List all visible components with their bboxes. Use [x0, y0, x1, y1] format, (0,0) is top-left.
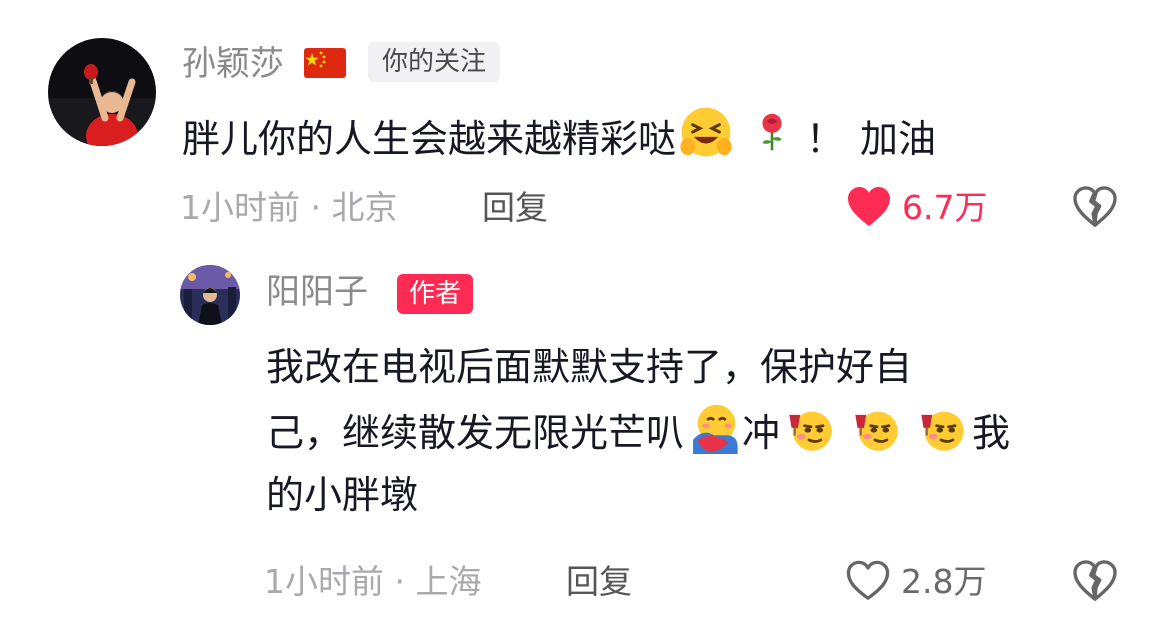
china-flag-icon	[304, 48, 346, 78]
avatar-image	[48, 38, 156, 146]
reply-text-line-2-start: 己，继续散发无限光芒叭	[266, 411, 685, 455]
reply-text-line-1: 我改在电视后面默默支持了，保护好自	[266, 345, 913, 389]
reply-text-line-2: 己，继续散发无限光芒叭 冲 我	[266, 400, 1010, 464]
avatar-yangyangzi[interactable]	[180, 265, 240, 325]
reply-meta: 1小时前 · 上海	[264, 562, 482, 601]
broken-heart-icon[interactable]	[1072, 186, 1118, 228]
avatar-sun-yingsha[interactable]	[48, 38, 156, 146]
reply-like-count: 2.8万	[901, 562, 987, 601]
following-badge: 你的关注	[368, 42, 501, 82]
reply-text-line-2-end: 我	[972, 411, 1011, 455]
comment-like-count: 6.7万	[902, 188, 988, 227]
comment-username[interactable]: 孙颖莎	[182, 44, 284, 84]
cheers-face-icon	[855, 411, 898, 451]
reply-text: 我改在电视后面默默支持了，保护好自 己，继续散发无限光芒叭 冲 我 的小胖墩	[266, 336, 1010, 528]
heart-filled-icon[interactable]	[846, 186, 892, 228]
avatar-image	[180, 265, 240, 325]
cheers-face-icon	[789, 411, 832, 451]
reply-text-line-3: 的小胖墩	[266, 473, 419, 517]
author-badge: 作者	[397, 274, 474, 314]
hugging-face-icon	[693, 404, 738, 454]
heart-outline-icon[interactable]	[845, 560, 891, 602]
rose-icon	[762, 113, 782, 151]
comment-text-end: 加油	[860, 117, 937, 161]
cheers-face-icon	[921, 411, 964, 451]
reply-text-line-2-chong: 冲	[742, 411, 781, 455]
grinning-squint-hands-icon	[680, 107, 732, 157]
comment-text: 胖儿你的人生会越来越精彩哒 ！ 加油	[182, 104, 936, 170]
comment-text-exclaim: ！	[806, 117, 845, 161]
reply-username[interactable]: 阳阳子	[266, 272, 368, 312]
reply-button[interactable]: 回复	[482, 188, 548, 228]
broken-heart-icon[interactable]	[1072, 560, 1118, 602]
reply-reply-button[interactable]: 回复	[566, 562, 632, 602]
comment-meta: 1小时前 · 北京	[180, 188, 398, 227]
comment-text-main: 胖儿你的人生会越来越精彩哒	[182, 117, 677, 161]
